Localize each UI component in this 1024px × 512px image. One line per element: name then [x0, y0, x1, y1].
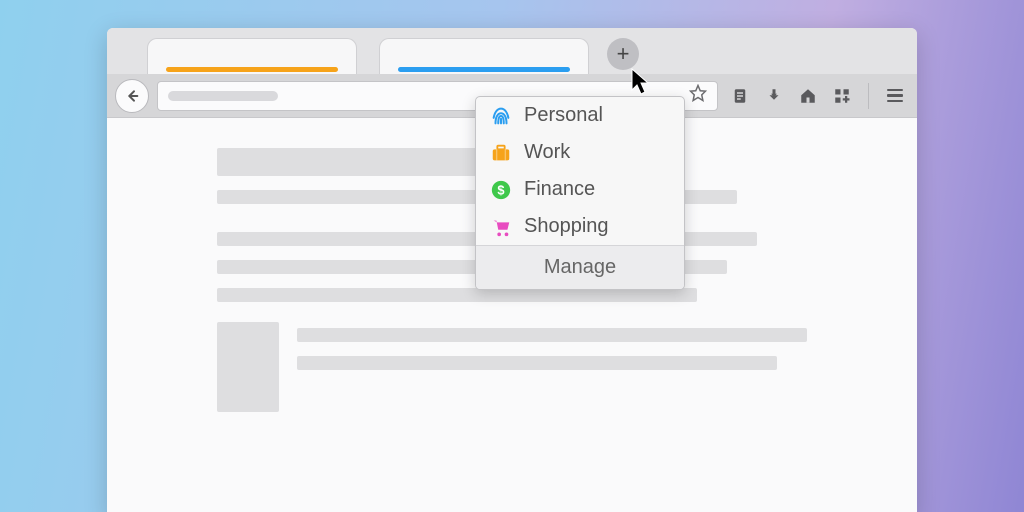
container-option-finance[interactable]: $ Finance [476, 171, 684, 208]
back-button[interactable] [115, 79, 149, 113]
skeleton-image [217, 322, 279, 412]
menu-button[interactable] [885, 86, 905, 106]
plus-icon: + [617, 41, 630, 67]
addons-icon[interactable] [832, 86, 852, 106]
tab-accent [166, 67, 338, 72]
toolbar-separator [868, 83, 869, 109]
briefcase-icon [490, 142, 512, 164]
cart-icon [490, 216, 512, 238]
url-placeholder [168, 91, 278, 101]
downloads-icon[interactable] [764, 86, 784, 106]
container-option-label: Personal [524, 104, 603, 127]
page-background: + [0, 0, 1024, 512]
tab-strip: + [107, 28, 917, 74]
dollar-icon: $ [490, 179, 512, 201]
container-option-personal[interactable]: Personal [476, 97, 684, 134]
browser-window: + [107, 28, 917, 512]
container-dropdown: Personal Work $ Finance Shopping Manage [475, 96, 685, 290]
tab-accent [398, 67, 570, 72]
reader-mode-icon[interactable] [730, 86, 750, 106]
svg-text:$: $ [497, 182, 504, 197]
toolbar-icons [726, 83, 909, 109]
container-option-label: Finance [524, 178, 595, 201]
hamburger-icon [887, 89, 903, 103]
fingerprint-icon [490, 105, 512, 127]
tab-2[interactable] [379, 38, 589, 74]
container-option-label: Work [524, 141, 570, 164]
home-icon[interactable] [798, 86, 818, 106]
skeleton-line [297, 356, 777, 370]
container-option-shopping[interactable]: Shopping [476, 208, 684, 245]
back-arrow-icon [124, 88, 140, 104]
bookmark-star-icon[interactable] [689, 84, 707, 107]
container-option-work[interactable]: Work [476, 134, 684, 171]
tab-1[interactable] [147, 38, 357, 74]
new-tab-button[interactable]: + [607, 38, 639, 70]
container-option-label: Shopping [524, 215, 609, 238]
skeleton-line [217, 288, 697, 302]
manage-containers-button[interactable]: Manage [476, 245, 684, 289]
skeleton-line [297, 328, 807, 342]
